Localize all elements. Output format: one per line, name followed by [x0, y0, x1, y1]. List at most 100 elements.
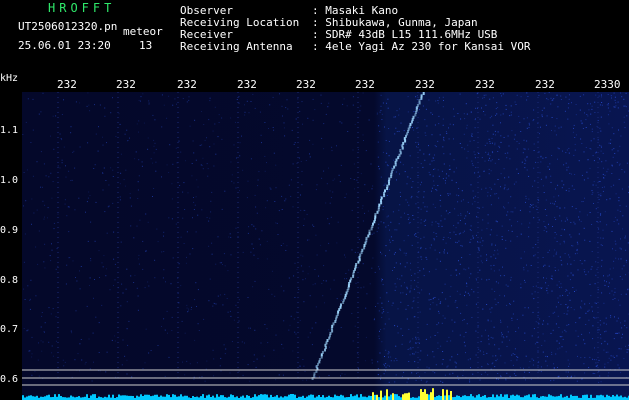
- noise-dot: [168, 95, 170, 97]
- noise-dot: [344, 254, 345, 256]
- level-bar: [192, 396, 194, 400]
- noise-dot: [509, 115, 511, 117]
- noise-dot: [475, 354, 477, 356]
- noise-dot: [474, 172, 476, 174]
- noise-dot: [415, 338, 417, 340]
- noise-dot: [257, 185, 259, 187]
- noise-dot: [413, 129, 415, 131]
- noise-dot: [577, 335, 579, 337]
- noise-dot: [411, 307, 413, 309]
- noise-dot: [537, 122, 539, 124]
- noise-dot: [155, 161, 157, 163]
- noise-dot: [620, 92, 621, 94]
- noise-dot: [519, 209, 521, 211]
- noise-dot: [625, 205, 627, 207]
- noise-dot: [250, 251, 252, 253]
- noise-dot: [49, 255, 51, 257]
- meteor-trace-segment: [313, 372, 316, 376]
- noise-dot: [302, 255, 304, 257]
- noise-dot: [489, 155, 491, 157]
- noise-dot: [501, 95, 502, 97]
- noise-dot: [229, 233, 231, 235]
- noise-dot: [24, 299, 26, 300]
- noise-dot: [136, 225, 138, 227]
- noise-dot: [316, 254, 318, 256]
- noise-dot: [614, 240, 616, 242]
- level-bar: [202, 394, 204, 400]
- noise-dot: [371, 359, 373, 361]
- noise-dot: [487, 214, 489, 216]
- noise-dot: [475, 303, 477, 305]
- noise-dot: [369, 283, 371, 285]
- noise-dot: [469, 358, 471, 360]
- noise-dot: [490, 256, 492, 258]
- noise-dot: [476, 93, 478, 95]
- noise-dot: [465, 331, 467, 333]
- noise-dot: [242, 251, 244, 253]
- noise-dot: [506, 214, 508, 216]
- level-bar: [350, 394, 352, 400]
- noise-dot: [626, 349, 628, 351]
- noise-dot: [610, 315, 612, 317]
- noise-dot: [592, 155, 594, 157]
- noise-dot: [357, 149, 359, 151]
- noise-dot: [455, 182, 457, 184]
- noise-dot: [154, 119, 156, 121]
- noise-dot: [445, 177, 447, 179]
- meteor-trace-segment: [340, 303, 342, 307]
- noise-dot: [252, 286, 254, 288]
- noise-dot: [126, 129, 128, 131]
- noise-dot: [64, 203, 66, 205]
- noise-dot: [178, 263, 180, 265]
- noise-dot: [580, 306, 581, 308]
- noise-dot: [537, 239, 539, 241]
- noise-dot: [621, 278, 623, 280]
- noise-dot: [413, 218, 415, 220]
- noise-dot: [430, 112, 432, 114]
- noise-dot: [546, 115, 548, 117]
- noise-dot: [95, 201, 97, 203]
- noise-dot: [479, 350, 481, 352]
- noise-dot: [292, 206, 294, 208]
- noise-dot: [154, 259, 156, 261]
- noise-dot: [201, 209, 203, 211]
- noise-dot: [29, 299, 31, 301]
- level-bar: [334, 394, 336, 400]
- noise-dot: [602, 167, 604, 169]
- noise-dot: [599, 127, 601, 129]
- noise-dot: [79, 102, 81, 104]
- noise-dot: [402, 335, 404, 336]
- noise-dot: [595, 184, 597, 186]
- noise-dot: [283, 127, 285, 129]
- noise-dot: [470, 184, 472, 186]
- noise-dot: [524, 148, 526, 150]
- noise-dot: [497, 302, 499, 304]
- noise-dot: [362, 220, 364, 222]
- noise-dot: [320, 102, 322, 104]
- noise-dot: [425, 108, 427, 110]
- noise-dot: [456, 307, 458, 309]
- noise-dot: [108, 184, 110, 186]
- noise-dot: [452, 124, 454, 126]
- noise-dot: [50, 172, 52, 174]
- noise-dot: [294, 262, 296, 264]
- noise-dot: [226, 298, 228, 299]
- noise-dot: [294, 331, 296, 333]
- noise-dot: [559, 295, 561, 297]
- noise-dot: [55, 268, 57, 270]
- noise-dot: [613, 106, 615, 108]
- noise-dot: [48, 176, 50, 178]
- noise-dot: [387, 353, 389, 355]
- noise-dot: [523, 139, 525, 141]
- noise-dot: [532, 207, 534, 209]
- noise-dot: [554, 311, 556, 313]
- noise-dot: [432, 371, 434, 373]
- noise-dot: [610, 139, 612, 141]
- noise-dot: [412, 127, 413, 128]
- noise-dot: [293, 143, 295, 145]
- noise-dot: [568, 324, 570, 326]
- noise-dot: [329, 202, 331, 204]
- spectrogram-canvas: [22, 92, 629, 400]
- noise-dot: [106, 268, 107, 270]
- noise-dot: [445, 131, 447, 133]
